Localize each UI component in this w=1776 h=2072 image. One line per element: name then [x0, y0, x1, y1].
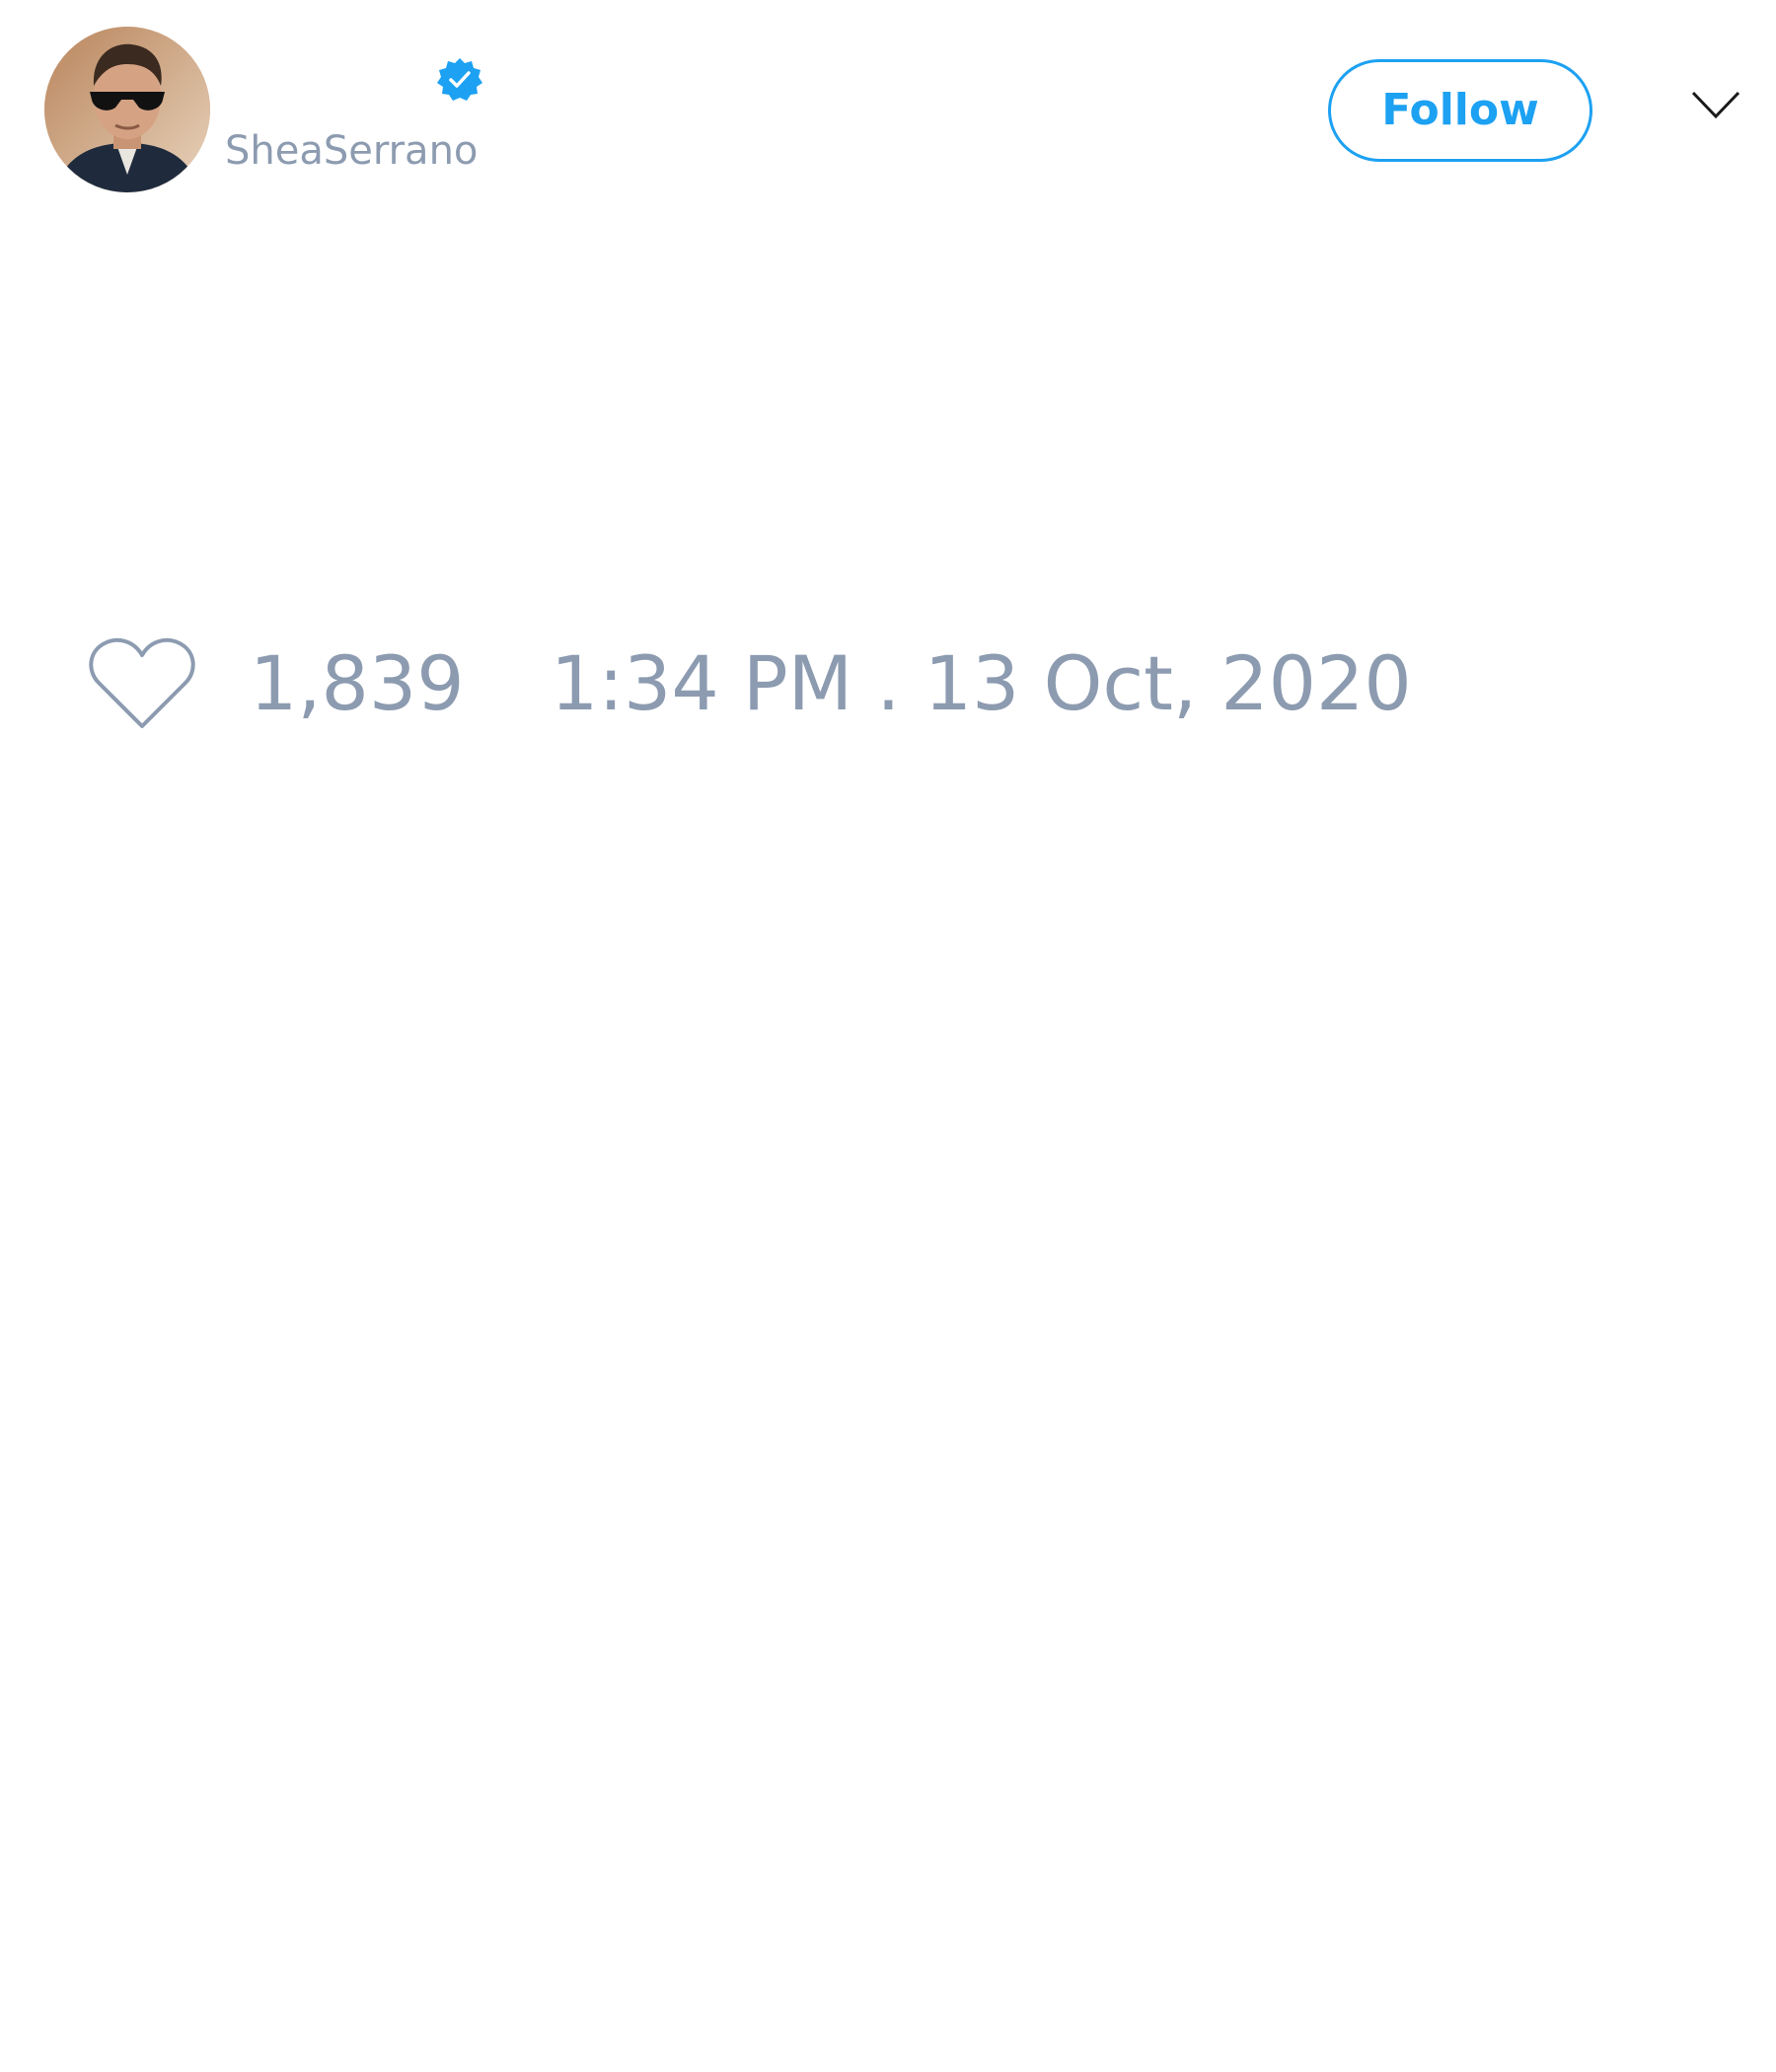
follow-button[interactable]: Follow: [1328, 59, 1592, 162]
heart-icon[interactable]: [87, 633, 197, 732]
verified-badge-icon: [436, 56, 483, 104]
chevron-down-icon[interactable]: [1689, 87, 1742, 122]
avatar[interactable]: [44, 27, 210, 192]
like-count: 1,839: [250, 639, 465, 727]
avatar-image: [44, 27, 210, 192]
author-handle[interactable]: SheaSerrano: [225, 126, 478, 176]
tweet-card: SheaSerrano Follow 1,839 1:34 PM . 13 Oc…: [0, 0, 1776, 2072]
tweet-timestamp[interactable]: 1:34 PM . 13 Oct, 2020: [551, 639, 1412, 728]
